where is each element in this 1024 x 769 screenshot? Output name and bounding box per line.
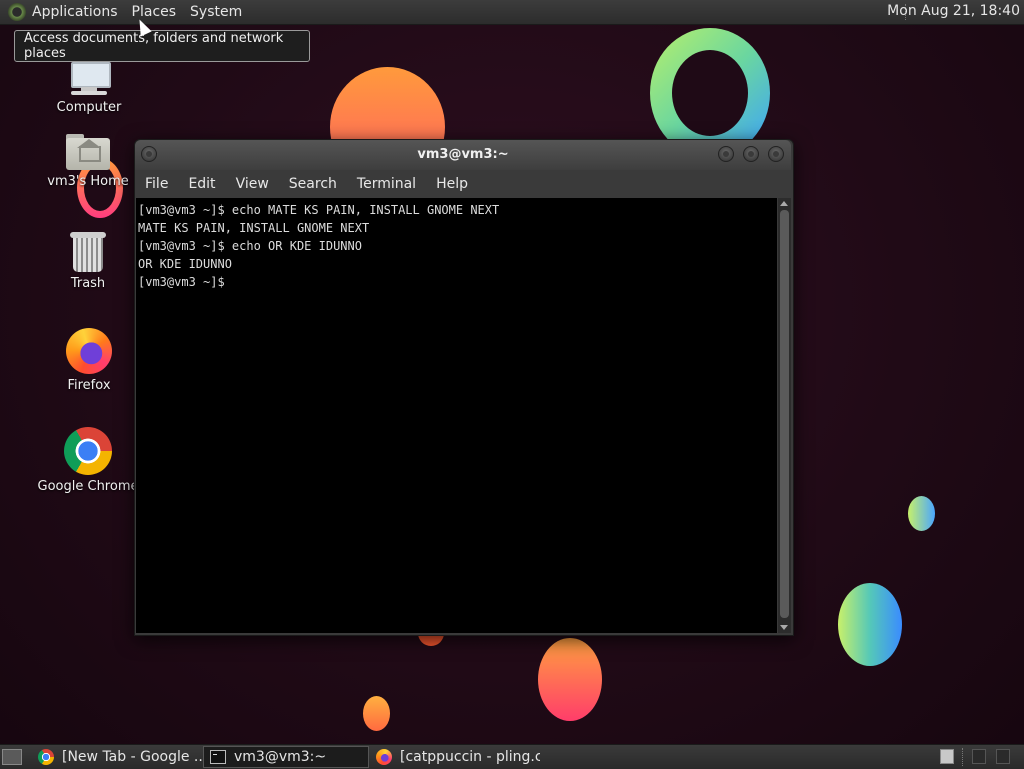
desktop-icon-label: vm3's Home bbox=[47, 174, 129, 189]
workspace-1[interactable] bbox=[940, 749, 954, 764]
window-titlebar[interactable]: vm3@vm3:~ bbox=[135, 140, 791, 170]
workspace-2[interactable] bbox=[972, 749, 986, 764]
scroll-up-arrow-icon[interactable] bbox=[780, 201, 788, 206]
show-desktop-button[interactable] bbox=[2, 749, 22, 765]
desktop-icon-home[interactable]: vm3's Home bbox=[33, 132, 143, 189]
desktop-icon-label: Google Chrome bbox=[37, 479, 139, 494]
scrollbar-thumb[interactable] bbox=[780, 210, 789, 618]
terminal-line: OR KDE IDUNNO bbox=[138, 257, 232, 271]
taskbar-item-label: [New Tab - Google ... bbox=[62, 749, 202, 765]
menu-view[interactable]: View bbox=[226, 176, 279, 192]
terminal-icon bbox=[210, 750, 226, 764]
chrome-icon bbox=[64, 427, 112, 475]
desktop-icon-label: Firefox bbox=[67, 378, 111, 393]
terminal-scrollbar[interactable] bbox=[778, 198, 791, 633]
terminal-menubar: File Edit View Search Terminal Help bbox=[135, 170, 791, 198]
taskbar-item-chrome[interactable]: [New Tab - Google ... bbox=[32, 746, 202, 768]
terminal-prompt: [vm3@vm3 ~]$ bbox=[138, 275, 225, 289]
clock[interactable]: Mon Aug 21, 18:40 bbox=[887, 3, 1020, 19]
menu-edit[interactable]: Edit bbox=[178, 176, 225, 192]
terminal-output[interactable]: [vm3@vm3 ~]$ echo MATE KS PAIN, INSTALL … bbox=[136, 198, 777, 633]
taskbar-item-terminal[interactable]: vm3@vm3:~ bbox=[203, 746, 369, 768]
places-menu[interactable]: Places bbox=[132, 4, 177, 20]
wallpaper-tiny-oval bbox=[363, 696, 390, 731]
chrome-icon bbox=[38, 749, 54, 765]
desktop-icon-label: Trash bbox=[70, 276, 106, 291]
top-panel: Applications Places System Mon Aug 21, 1… bbox=[0, 0, 1024, 25]
terminal-window[interactable]: vm3@vm3:~ File Edit View Search Terminal… bbox=[134, 139, 794, 636]
panel-separator bbox=[962, 748, 965, 766]
window-title: vm3@vm3:~ bbox=[417, 147, 509, 162]
menu-terminal[interactable]: Terminal bbox=[347, 176, 426, 192]
bottom-panel: [New Tab - Google ... vm3@vm3:~ [catppuc… bbox=[0, 744, 1024, 769]
taskbar-item-label: vm3@vm3:~ bbox=[234, 749, 327, 765]
desktop-icon-firefox[interactable]: Firefox bbox=[34, 328, 144, 393]
firefox-icon bbox=[66, 328, 112, 374]
terminal-line: [vm3@vm3 ~]$ echo MATE KS PAIN, INSTALL … bbox=[138, 203, 500, 217]
taskbar-item-label: [catppuccin - pling.c... bbox=[400, 749, 540, 765]
terminal-line: MATE KS PAIN, INSTALL GNOME NEXT bbox=[138, 221, 370, 235]
menu-file[interactable]: File bbox=[135, 176, 178, 192]
desktop-icon-trash[interactable]: Trash bbox=[33, 230, 143, 291]
minimize-button[interactable] bbox=[718, 146, 734, 162]
taskbar-item-firefox[interactable]: [catppuccin - pling.c... bbox=[370, 746, 540, 768]
terminal-line: [vm3@vm3 ~]$ echo OR KDE IDUNNO bbox=[138, 239, 362, 253]
menu-search[interactable]: Search bbox=[279, 176, 347, 192]
desktop-icon-chrome[interactable]: Google Chrome bbox=[33, 427, 143, 494]
trash-icon bbox=[70, 230, 106, 272]
workspace-3[interactable] bbox=[996, 749, 1010, 764]
wallpaper-small-oval bbox=[908, 496, 935, 531]
applications-menu[interactable]: Applications bbox=[32, 4, 118, 20]
wallpaper-orange-oval bbox=[538, 638, 602, 721]
desktop-icon-label: Computer bbox=[56, 100, 122, 115]
wallpaper-blue-oval bbox=[838, 583, 902, 666]
mate-logo-icon[interactable] bbox=[8, 3, 26, 21]
menu-help[interactable]: Help bbox=[426, 176, 478, 192]
desktop-icon-computer[interactable]: Computer bbox=[34, 62, 144, 115]
scroll-down-arrow-icon[interactable] bbox=[780, 625, 788, 630]
system-menu[interactable]: System bbox=[190, 4, 242, 20]
maximize-button[interactable] bbox=[743, 146, 759, 162]
computer-icon bbox=[67, 62, 111, 96]
firefox-icon bbox=[376, 749, 392, 765]
places-tooltip: Access documents, folders and network pl… bbox=[14, 30, 310, 62]
close-button[interactable] bbox=[768, 146, 784, 162]
home-folder-icon bbox=[66, 132, 110, 170]
